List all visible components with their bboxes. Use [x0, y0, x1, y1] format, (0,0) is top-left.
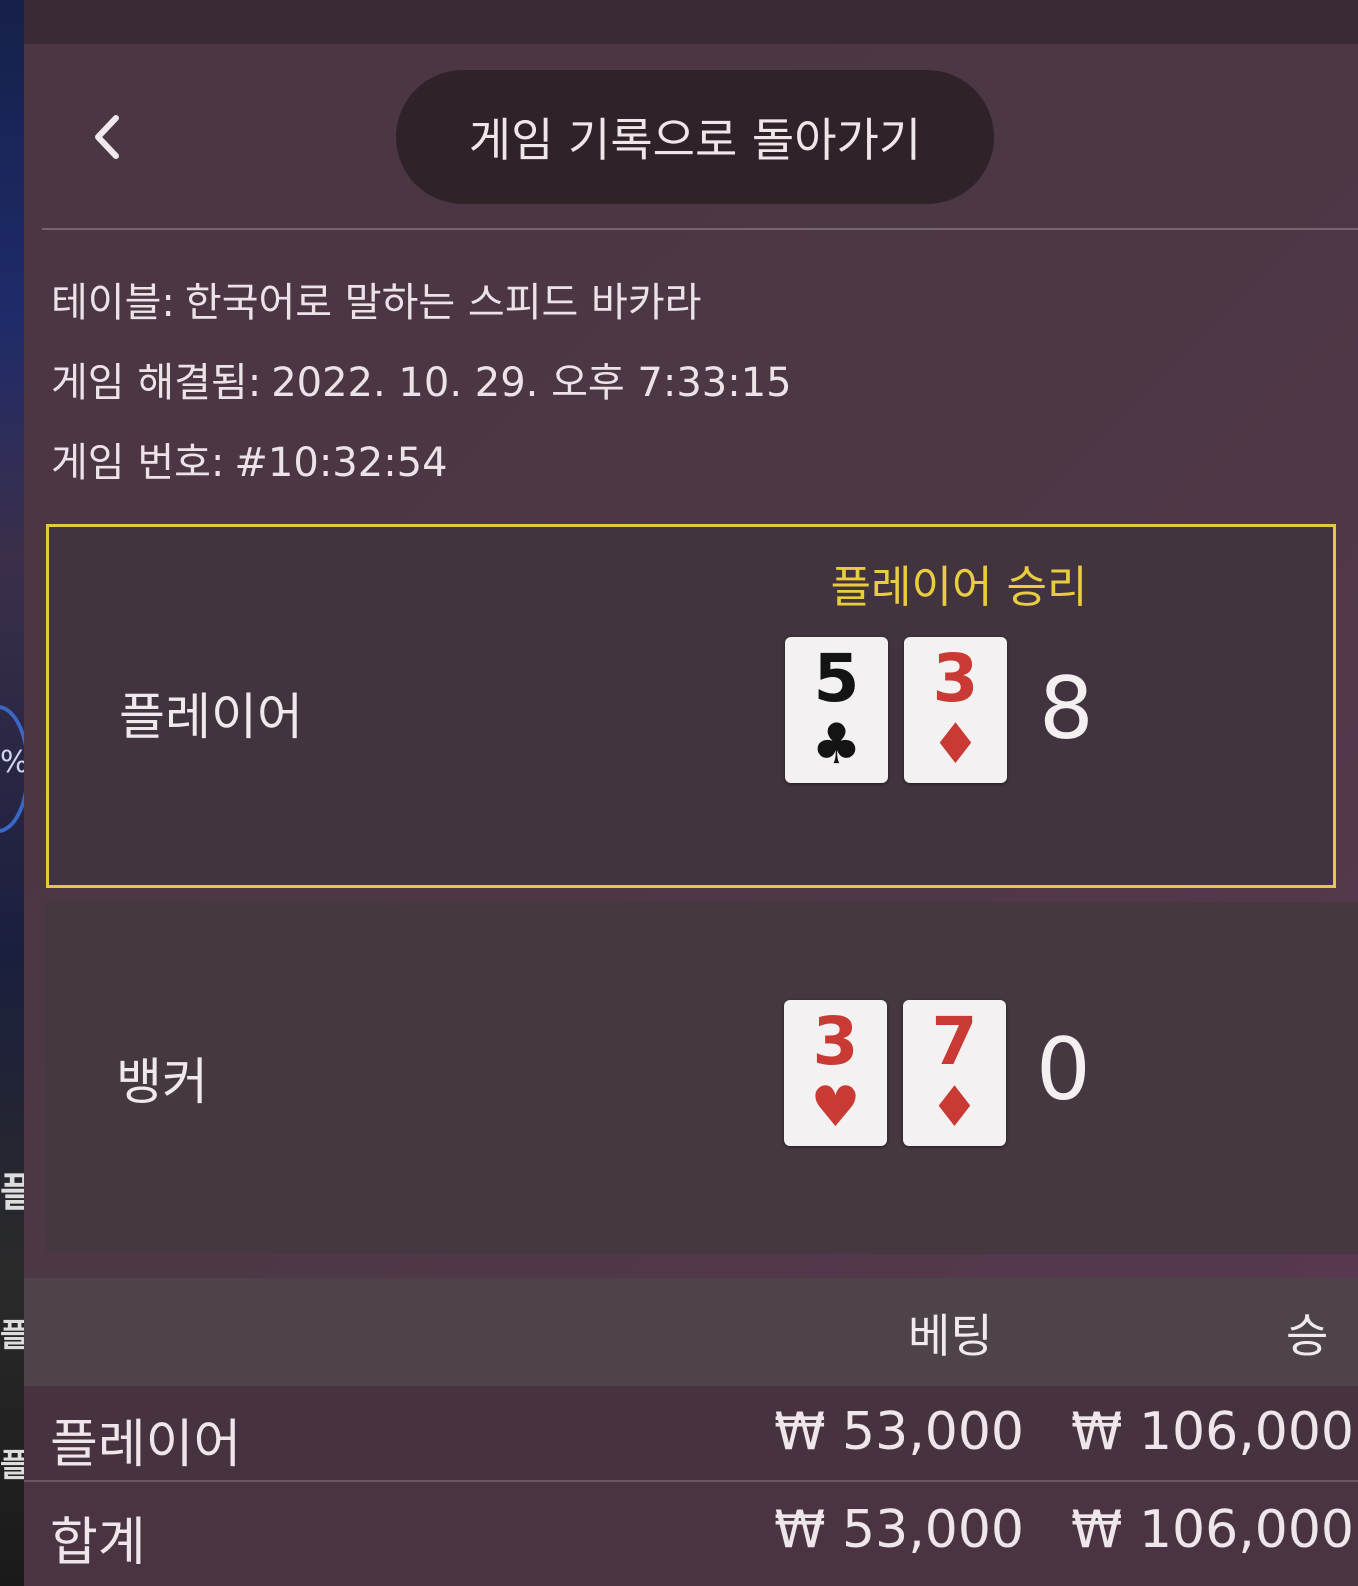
- table-info: 테이블: 한국어로 말하는 스피드 바카라: [51, 270, 701, 328]
- total-bet-amount: ₩ 53,000: [774, 1500, 1024, 1560]
- table-info-label: 테이블:: [51, 280, 175, 326]
- total-row: 합계 ₩ 53,000 ₩ 106,000: [24, 1482, 1358, 1586]
- diamond-icon: ♦: [929, 1075, 980, 1140]
- heart-icon: ♥: [810, 1075, 861, 1140]
- background-glyph: 플: [0, 1170, 24, 1216]
- game-number-value: #10:32:54: [234, 440, 448, 486]
- win-amount: ₩ 106,000: [1071, 1402, 1354, 1462]
- game-number-info: 게임 번호: #10:32:54: [51, 430, 448, 488]
- card-rank: 3: [812, 1003, 859, 1080]
- banker-card-2: 7 ♦: [903, 1000, 1006, 1146]
- card-rank: 5: [813, 640, 860, 717]
- game-number-label: 게임 번호:: [51, 440, 225, 486]
- card-rank: 3: [932, 640, 979, 717]
- resolved-info-label: 게임 해결됨:: [51, 360, 262, 406]
- game-history-detail-panel: 게임 기록으로 돌아가기 테이블: 한국어로 말하는 스피드 바카라 게임 해결됨…: [24, 0, 1358, 1586]
- banker-score: 0: [1036, 1020, 1091, 1120]
- banker-card-1: 3 ♥: [784, 1000, 887, 1146]
- banker-label: 뱅커: [116, 1053, 208, 1111]
- background-game-strip: % 플 플 플: [0, 0, 24, 1586]
- background-glyph: 플: [0, 1446, 24, 1484]
- win-column-header: 승: [1286, 1309, 1329, 1363]
- player-card-1: 5 ♣: [785, 637, 888, 783]
- player-score: 8: [1039, 659, 1094, 759]
- chevron-left-icon[interactable]: [84, 112, 134, 162]
- table-info-value: 한국어로 말하는 스피드 바카라: [184, 280, 702, 326]
- bet-amount: ₩ 53,000: [774, 1402, 1024, 1462]
- bet-column-header: 베팅: [908, 1309, 993, 1363]
- back-to-history-button[interactable]: 게임 기록으로 돌아가기: [396, 70, 994, 204]
- player-win-label: 플레이어 승리: [830, 562, 1088, 613]
- resolved-info: 게임 해결됨: 2022. 10. 29. 오후 7:33:15: [51, 350, 792, 408]
- diamond-icon: ♦: [930, 712, 981, 777]
- bets-table-header: 베팅 승: [24, 1278, 1358, 1386]
- resolved-info-value: 2022. 10. 29. 오후 7:33:15: [271, 360, 792, 406]
- player-card-2: 3 ♦: [904, 637, 1007, 783]
- bet-type: 플레이어: [50, 1415, 242, 1475]
- player-hand-box: 플레이어 플레이어 승리 5 ♣ 3 ♦ 8: [46, 524, 1336, 888]
- club-icon: ♣: [811, 712, 862, 777]
- divider: [42, 228, 1358, 230]
- banker-hand-box: 뱅커 3 ♥ 7 ♦ 0: [46, 902, 1358, 1254]
- player-label: 플레이어: [119, 688, 303, 746]
- table-row: 플레이어 ₩ 53,000 ₩ 106,000: [24, 1386, 1358, 1480]
- total-label: 합계: [50, 1513, 146, 1573]
- background-glyph: 플: [0, 1316, 24, 1354]
- top-bar: [24, 0, 1358, 44]
- background-percent-glyph: %: [0, 745, 24, 780]
- card-rank: 7: [931, 1003, 978, 1080]
- total-win-amount: ₩ 106,000: [1071, 1500, 1354, 1560]
